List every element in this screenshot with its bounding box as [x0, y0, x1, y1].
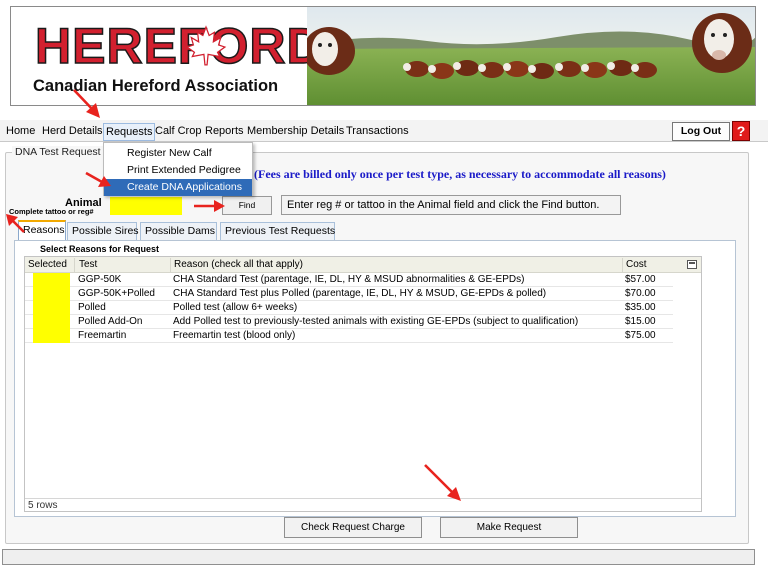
- section-title: Select Reasons for Request: [40, 244, 160, 254]
- menu-create-dna-applications[interactable]: Create DNA Applications: [104, 179, 252, 196]
- col-reason[interactable]: Reason (check all that apply): [171, 258, 623, 272]
- header-banner: HEREFORD Canadian Hereford Association: [10, 6, 756, 106]
- fee-note: (Fees are billed only once per test type…: [254, 167, 666, 181]
- requests-dropdown-menu: Register New Calf Print Extended Pedigre…: [103, 142, 253, 196]
- hereford-logo: HEREFORD Canadian Hereford Association: [11, 7, 323, 105]
- nav-reports[interactable]: Reports: [205, 125, 244, 137]
- menu-register-new-calf[interactable]: Register New Calf: [104, 145, 252, 162]
- nav-membership-details[interactable]: Membership Details: [247, 125, 344, 137]
- status-bar: [2, 549, 755, 565]
- annotation-arrow: [194, 200, 225, 212]
- row-test: Polled: [78, 302, 106, 313]
- row-select-cell[interactable]: [33, 329, 70, 343]
- grid-header: Selected Test Reason (check all that app…: [25, 257, 701, 273]
- row-cost: $70.00: [625, 288, 656, 299]
- col-selected[interactable]: Selected: [25, 258, 75, 272]
- row-select-cell[interactable]: [33, 301, 70, 315]
- nav-calf-crop[interactable]: Calf Crop: [155, 125, 201, 137]
- reasons-grid: Selected Test Reason (check all that app…: [24, 256, 702, 512]
- make-request-button[interactable]: Make Request: [440, 517, 578, 538]
- col-test[interactable]: Test: [76, 258, 171, 272]
- find-hint: Enter reg # or tattoo in the Animal fiel…: [281, 195, 621, 215]
- table-row[interactable]: Freemartin Freemartin test (blood only) …: [25, 329, 673, 343]
- row-reason: Add Polled test to previously-tested ani…: [173, 316, 579, 327]
- nav-herd-details[interactable]: Herd Details: [42, 125, 103, 137]
- row-reason: CHA Standard Test plus Polled (parentage…: [173, 288, 547, 299]
- row-cost: $15.00: [625, 316, 656, 327]
- row-select-cell[interactable]: [33, 287, 70, 301]
- row-reason: CHA Standard Test (parentage, IE, DL, HY…: [173, 274, 525, 285]
- nav-requests[interactable]: Requests: [103, 123, 156, 141]
- table-row[interactable]: GGP-50K CHA Standard Test (parentage, IE…: [25, 273, 673, 287]
- annotation-arrow: [424, 464, 461, 501]
- row-test: Freemartin: [78, 330, 127, 341]
- nav-transactions[interactable]: Transactions: [346, 125, 409, 137]
- row-cost: $75.00: [625, 330, 656, 341]
- logout-button[interactable]: Log Out: [672, 122, 730, 141]
- row-reason: Freemartin test (blood only): [173, 330, 296, 341]
- tab-possible-dams[interactable]: Possible Dams: [140, 222, 217, 240]
- table-row[interactable]: Polled Add-On Add Polled test to previou…: [25, 315, 673, 329]
- row-select-cell[interactable]: [33, 273, 70, 287]
- panel-title: DNA Test Request S: [12, 146, 114, 158]
- tab-previous-test-requests[interactable]: Previous Test Requests: [220, 222, 335, 240]
- nav-home[interactable]: Home: [6, 125, 35, 137]
- logo-wordmark: HEREFORD: [34, 18, 324, 74]
- annotation-arrow: [85, 171, 111, 187]
- main-nav: Home Herd Details Requests Calf Crop Rep…: [0, 120, 768, 142]
- row-count: 5 rows: [25, 498, 701, 511]
- maple-leaf-icon: [185, 25, 227, 66]
- row-test: GGP-50K: [78, 274, 122, 285]
- menu-print-extended-pedigree[interactable]: Print Extended Pedigree: [104, 162, 252, 179]
- table-row[interactable]: GGP-50K+Polled CHA Standard Test plus Po…: [25, 287, 673, 301]
- tab-possible-sires[interactable]: Possible Sires: [67, 222, 139, 240]
- check-request-charge-button[interactable]: Check Request Charge: [284, 517, 422, 538]
- row-test: GGP-50K+Polled: [78, 288, 155, 299]
- row-reason: Polled test (allow 6+ weeks): [173, 302, 298, 313]
- animal-input[interactable]: [110, 197, 182, 215]
- row-select-cell[interactable]: [33, 315, 70, 329]
- help-icon[interactable]: ?: [732, 121, 750, 141]
- annotation-arrow: [73, 89, 100, 118]
- col-cost[interactable]: Cost: [623, 258, 673, 272]
- table-row[interactable]: Polled Polled test (allow 6+ weeks) $35.…: [25, 301, 673, 315]
- row-test: Polled Add-On: [78, 316, 143, 327]
- row-cost: $57.00: [625, 274, 656, 285]
- row-cost: $35.00: [625, 302, 656, 313]
- find-button[interactable]: Find: [222, 196, 272, 215]
- column-chooser-icon[interactable]: [687, 260, 697, 269]
- cattle-photo: [307, 7, 755, 105]
- annotation-arrow: [6, 214, 25, 233]
